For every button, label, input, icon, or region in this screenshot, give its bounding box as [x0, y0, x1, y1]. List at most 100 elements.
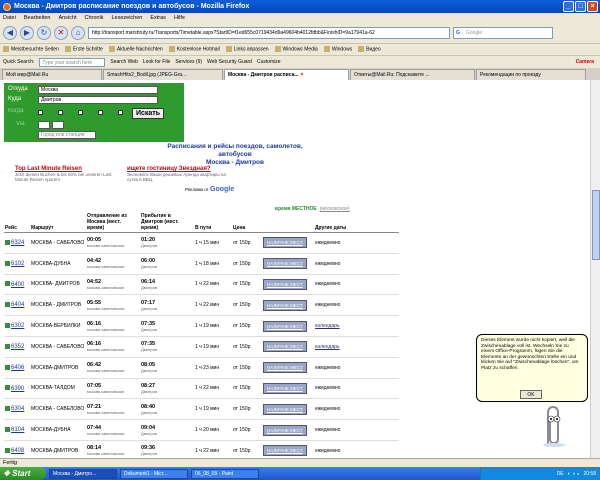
maximize-button[interactable]: □: [575, 1, 586, 12]
scrollbar-thumb[interactable]: [592, 190, 600, 260]
route-cell: МОСКВА-ДМИТРОВ: [30, 440, 86, 458]
stop-button[interactable]: ✕: [54, 26, 68, 40]
option-checkbox[interactable]: [118, 110, 123, 115]
search-button[interactable]: Искать: [132, 108, 164, 119]
to-input[interactable]: Дмитров: [38, 96, 158, 104]
menu-hilfe[interactable]: Hilfe: [174, 15, 185, 21]
taskbar-item-firefox[interactable]: Москва - Дмитро...: [49, 468, 117, 479]
city-input[interactable]: Город или станция: [38, 131, 96, 139]
bookmark-item[interactable]: Windows Media: [274, 46, 318, 53]
tab-label: SmashHits2_Bodil.jpg (JPEG-Gra...: [107, 72, 187, 78]
train-number-link[interactable]: 6304: [5, 406, 24, 412]
availability-button[interactable]: НАЛИЧНЕ МЕСТ: [263, 424, 307, 436]
availability-button[interactable]: НАЛИЧНЕ МЕСТ: [263, 299, 307, 311]
taskbar-item-paint[interactable]: 06_08_09 - Paint: [191, 468, 259, 479]
close-button[interactable]: ×: [587, 1, 598, 12]
start-button[interactable]: ❖ Start: [0, 467, 46, 480]
bookmark-item[interactable]: Meistbesuchte Seiten: [3, 46, 59, 53]
availability-button[interactable]: НАЛИЧНЕ МЕСТ: [263, 382, 307, 394]
route-cell: МОСКВА-ТАЛДОМ: [30, 378, 86, 400]
menu-bearbeiten[interactable]: Bearbeiten: [24, 15, 51, 21]
tab-label: Ответы@Mail.Ru: Подскажите ...: [354, 72, 430, 78]
tab-smashhits[interactable]: SmashHits2_Bodil.jpg (JPEG-Gra...: [103, 69, 223, 80]
ad-block[interactable]: Top Last Minute Reisen Jetzt diesen Buch…: [15, 166, 125, 182]
departure-cell: 06:16 москва савеловская: [86, 336, 140, 358]
arrival-cell: 08:27 Дмитров: [140, 378, 194, 400]
option-checkbox[interactable]: [58, 110, 63, 115]
tab-moi-mir[interactable]: Мой мир@Mail.Ru: [2, 69, 102, 80]
bookmark-item[interactable]: Erste Schritte: [64, 46, 103, 53]
bookmark-item[interactable]: Kostenlose Hotmail: [168, 46, 220, 53]
train-number-link[interactable]: 6406: [5, 364, 24, 371]
availability-button[interactable]: НАЛИЧНЕ МЕСТ: [263, 445, 307, 457]
menu-datei[interactable]: Datei: [3, 15, 16, 21]
quick-search-toolbar: Quick Search: Type your search here Sear…: [0, 55, 600, 68]
window-titlebar: Москва - Дмитров расписание поездов и ав…: [0, 0, 600, 13]
customize-button[interactable]: Customize: [257, 59, 281, 65]
train-number-link[interactable]: 6390: [5, 385, 24, 392]
via-select[interactable]: [52, 121, 64, 129]
forward-button[interactable]: ▶: [20, 26, 34, 40]
option-checkbox[interactable]: [98, 110, 103, 115]
taskbar-item-word[interactable]: Dokument1 - Micr...: [120, 468, 188, 479]
availability-button[interactable]: НАЛИЧНЕ МЕСТ: [263, 278, 307, 290]
search-web-button[interactable]: Search Web: [110, 59, 137, 65]
availability-button[interactable]: НАЛИЧНЕ МЕСТ: [263, 403, 307, 415]
departure-station: москва савеловская: [87, 264, 125, 270]
ads-by-google[interactable]: Реклама от Google: [185, 186, 234, 193]
language-indicator[interactable]: DE: [557, 471, 564, 477]
availability-button[interactable]: НАЛИЧНЕ МЕСТ: [263, 258, 307, 270]
other-dates-cell: ежедневно: [314, 294, 399, 317]
train-number-link[interactable]: 6408: [5, 447, 24, 454]
menu-extras[interactable]: Extras: [150, 15, 166, 21]
from-input[interactable]: Москва: [38, 86, 158, 94]
tab-moskva-dmitrov[interactable]: Москва - Дмитров расписа... ×: [224, 69, 349, 80]
look-for-file-button[interactable]: Look for File: [143, 59, 171, 65]
option-checkbox[interactable]: [38, 110, 43, 115]
availability-button[interactable]: НАЛИЧНЕ МЕСТ: [263, 341, 307, 353]
train-number-link[interactable]: 6302: [5, 323, 24, 329]
url-bar[interactable]: http://transport.marshruty.ru/Transports…: [88, 27, 450, 39]
train-number-link[interactable]: 6324: [5, 239, 24, 246]
vertical-scrollbar[interactable]: [590, 80, 600, 458]
web-security-guard-button[interactable]: Web Security Guard: [207, 59, 252, 65]
bookmark-icon: [225, 46, 232, 53]
search-input[interactable]: G Google: [453, 27, 553, 39]
other-dates-cell[interactable]: календарь: [314, 336, 399, 358]
availability-button[interactable]: НАЛИЧНЕ МЕСТ: [263, 320, 307, 332]
train-number-link[interactable]: 6102: [5, 260, 24, 267]
home-button[interactable]: ⌂: [71, 26, 85, 40]
clippy-ok-button[interactable]: OK: [520, 390, 542, 399]
services-button[interactable]: Services (9): [175, 59, 202, 65]
route-cell: МОСКВА-ДУБНА: [30, 419, 86, 441]
arrival-station: Дмитров: [141, 264, 158, 270]
via-select[interactable]: [38, 121, 50, 129]
other-dates-cell[interactable]: календарь: [314, 315, 399, 337]
menu-chronik[interactable]: Chronik: [85, 15, 104, 21]
bookmark-item[interactable]: Aktuelle Nachrichten: [108, 46, 163, 53]
availability-button[interactable]: НАЛИЧНЕ МЕСТ: [263, 362, 307, 374]
availability-button[interactable]: НАЛИЧНЕ МЕСТ: [263, 237, 307, 249]
clippy-assistant-icon[interactable]: [540, 405, 566, 447]
train-number-link[interactable]: 6400: [5, 281, 24, 288]
ad-block[interactable]: ищете гостиницу Звездная? Эконом/пх Ваши…: [127, 166, 237, 182]
quick-search-input[interactable]: Type your search here: [39, 57, 106, 67]
close-tab-icon[interactable]: ×: [301, 72, 304, 78]
arrival-station: Дмитров: [141, 409, 158, 415]
menu-ansicht[interactable]: Ansicht: [58, 15, 76, 21]
bookmark-item[interactable]: Links anpassen: [225, 46, 269, 53]
bookmark-item[interactable]: Windows: [323, 46, 352, 53]
tab-otvety[interactable]: Ответы@Mail.Ru: Подскажите ...: [350, 69, 475, 80]
minimize-button[interactable]: _: [563, 1, 574, 12]
reload-button[interactable]: ↻: [37, 26, 51, 40]
train-number-link[interactable]: 6352: [5, 343, 24, 350]
menu-lesezeichen[interactable]: Lesezeichen: [111, 15, 142, 21]
route-cell: МОСКВА- ДМИТРОВ: [30, 274, 86, 296]
train-number-link[interactable]: 6104: [5, 427, 24, 433]
departure-cell: 04:52 москва савеловская: [86, 274, 140, 296]
bookmark-item[interactable]: Видео: [358, 46, 381, 53]
tab-rekomendacii[interactable]: Рекомендации по проезду: [476, 69, 586, 80]
back-button[interactable]: ◀: [3, 26, 17, 40]
train-number-link[interactable]: 6404: [5, 302, 24, 308]
option-checkbox[interactable]: [78, 110, 83, 115]
